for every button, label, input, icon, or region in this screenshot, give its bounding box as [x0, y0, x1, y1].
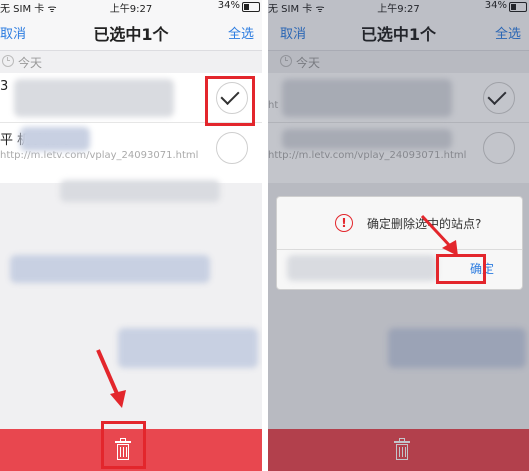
section-label: 今天: [18, 56, 43, 70]
item-url: http://m.letv.com/vplay_24093071.html: [0, 150, 199, 161]
pointer-arrow: [420, 214, 458, 256]
battery-icon: [242, 2, 260, 12]
page-title: 已选中1个: [93, 25, 169, 44]
list-item[interactable]: 平 机乐视网 http://m.letv.com/vplay_24093071.…: [0, 123, 262, 173]
blurred-row: [10, 255, 210, 283]
item-title: 3: [0, 79, 9, 94]
highlight-box: [436, 254, 486, 284]
blurred-row: [60, 180, 220, 202]
item-checkbox[interactable]: [216, 132, 248, 164]
blurred-content: [14, 79, 174, 117]
blurred-row: [118, 328, 258, 368]
left-screenshot: 无 SIM 卡 ᯤ 上午9:27 34% 取消 已选中1个 全选 今天 3 平 …: [0, 0, 262, 471]
divider: [277, 249, 522, 250]
alert-icon: !: [335, 214, 353, 232]
blurred-content: [287, 255, 437, 281]
dialog-message-row: ! 确定删除选中的站点?: [287, 213, 512, 235]
clock-icon: [2, 55, 14, 67]
status-bar: 无 SIM 卡 ᯤ 上午9:27 34%: [0, 0, 262, 15]
battery-label: 34%: [217, 0, 240, 11]
section-header: 今天: [0, 51, 262, 73]
pointer-arrow: [96, 349, 126, 408]
highlight-box: [101, 421, 146, 469]
highlight-box: [205, 76, 255, 126]
blurred-content: [20, 127, 90, 151]
nav-bar: 取消 已选中1个 全选: [0, 14, 262, 51]
select-all-button[interactable]: 全选: [228, 23, 254, 42]
right-screenshot: 无 SIM 卡 ᯤ 上午9:27 34% 取消 已选中1个 全选 今天 ht h…: [268, 0, 529, 471]
